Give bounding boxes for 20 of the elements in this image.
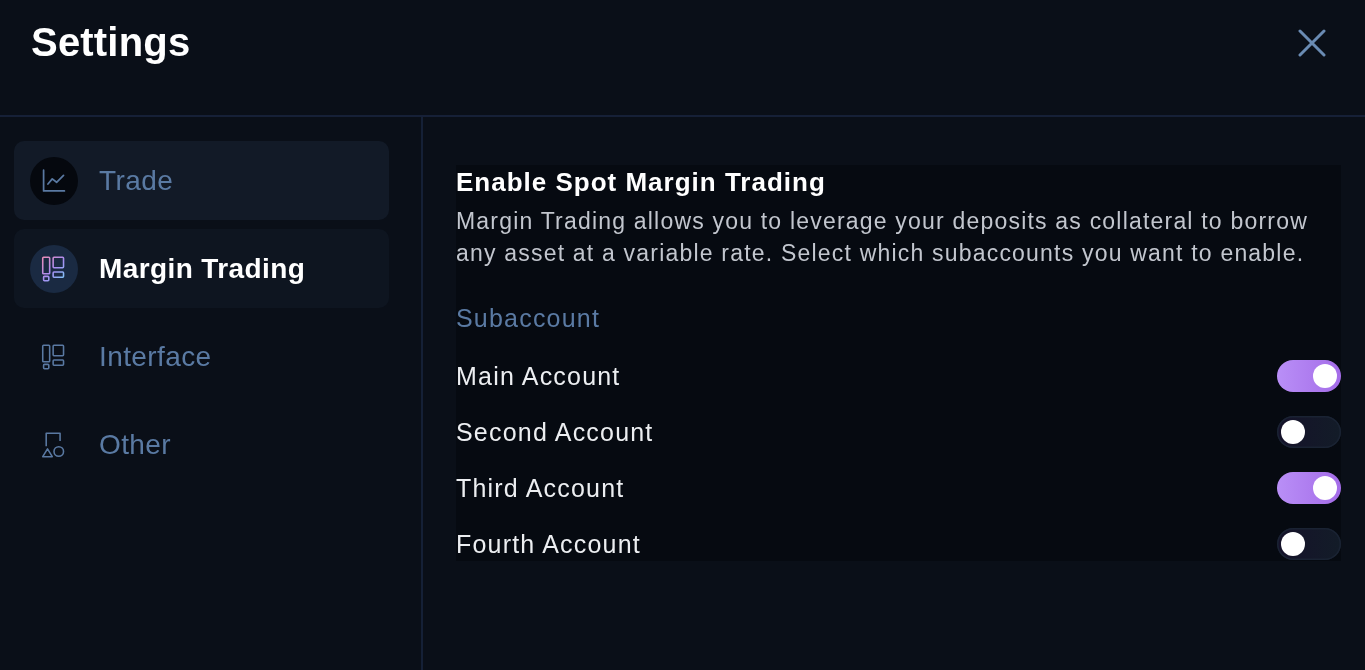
section-label: Subaccount (456, 304, 602, 332)
toggle-switch[interactable] (1277, 360, 1341, 392)
toggle-switch[interactable] (1277, 472, 1341, 504)
panel-title: Enable Spot Margin Trading (456, 167, 827, 197)
account-name: Fourth Account (456, 529, 641, 559)
close-icon (1298, 28, 1326, 57)
account-name: Second Account (456, 417, 654, 447)
chart-icon (30, 156, 78, 205)
close-button[interactable] (1298, 28, 1326, 57)
panel-description: Margin Trading allows you to leverage your deposits as collateral to borrow any asset at a variable rate. Select which subaccounts you want to enable. (456, 207, 1309, 268)
layout-icon (30, 244, 78, 293)
account-name: Third Account (456, 473, 625, 503)
sidebar-item[interactable]: Margin Trading (14, 229, 389, 308)
sidebar-item[interactable]: Trade (14, 141, 389, 220)
toggle-switch[interactable] (1277, 528, 1341, 560)
account-name: Main Account (456, 361, 621, 391)
window-title: Settings (31, 20, 191, 65)
sidebar-item[interactable]: Interface (14, 317, 389, 396)
sidebar-item[interactable]: Other (14, 405, 389, 484)
toggle-switch[interactable] (1277, 416, 1341, 448)
